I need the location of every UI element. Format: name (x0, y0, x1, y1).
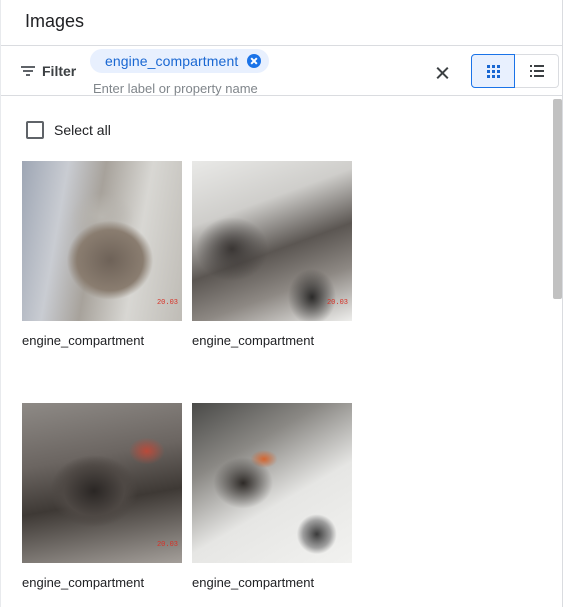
view-toggle (471, 54, 559, 88)
image-timestamp: 20.03 (326, 299, 348, 307)
select-all[interactable]: Select all (26, 121, 111, 139)
grid-view-button[interactable] (471, 54, 515, 88)
image-grid: Select all 20.03 engine_compartment 20.0… (1, 97, 563, 607)
select-all-label: Select all (54, 122, 111, 138)
filter-input[interactable] (93, 80, 393, 96)
page-title: Images (25, 11, 85, 31)
image-card[interactable]: 20.03 engine_compartment (192, 161, 352, 348)
image-card[interactable]: 20.03 engine_compartment (22, 161, 182, 348)
select-all-checkbox[interactable] (26, 121, 44, 139)
filter-icon (21, 66, 35, 76)
image-card[interactable]: 20.03 engine_compartment (22, 403, 182, 590)
image-thumbnail[interactable]: 20.03 (22, 161, 182, 321)
image-timestamp: 20.03 (156, 299, 178, 307)
remove-chip-icon[interactable] (247, 54, 262, 68)
scrollbar[interactable] (553, 99, 562, 299)
clear-filters-button[interactable] (432, 62, 454, 84)
image-caption: engine_compartment (22, 575, 145, 590)
image-caption: engine_compartment (192, 575, 315, 590)
image-thumbnail[interactable] (192, 403, 352, 563)
image-card[interactable]: engine_compartment (192, 403, 352, 590)
image-thumbnail[interactable]: 20.03 (22, 403, 182, 563)
image-timestamp: 20.03 (156, 541, 178, 549)
filter-button[interactable]: Filter (21, 61, 76, 81)
filter-bar: Filter engine_compartment (1, 47, 563, 96)
image-thumbnail[interactable]: 20.03 (192, 161, 352, 321)
list-icon (529, 65, 544, 77)
images-panel: Images Filter engine_compartment Enter l… (0, 0, 563, 607)
list-view-button[interactable] (515, 54, 559, 88)
image-caption: engine_compartment (22, 333, 145, 348)
filter-chip-label: engine_compartment (105, 53, 239, 69)
filter-chip[interactable]: engine_compartment (90, 49, 270, 73)
panel-header: Images (1, 0, 563, 46)
grid-icon (486, 64, 500, 78)
image-caption: engine_compartment (192, 333, 315, 348)
filter-label: Filter (42, 63, 77, 79)
